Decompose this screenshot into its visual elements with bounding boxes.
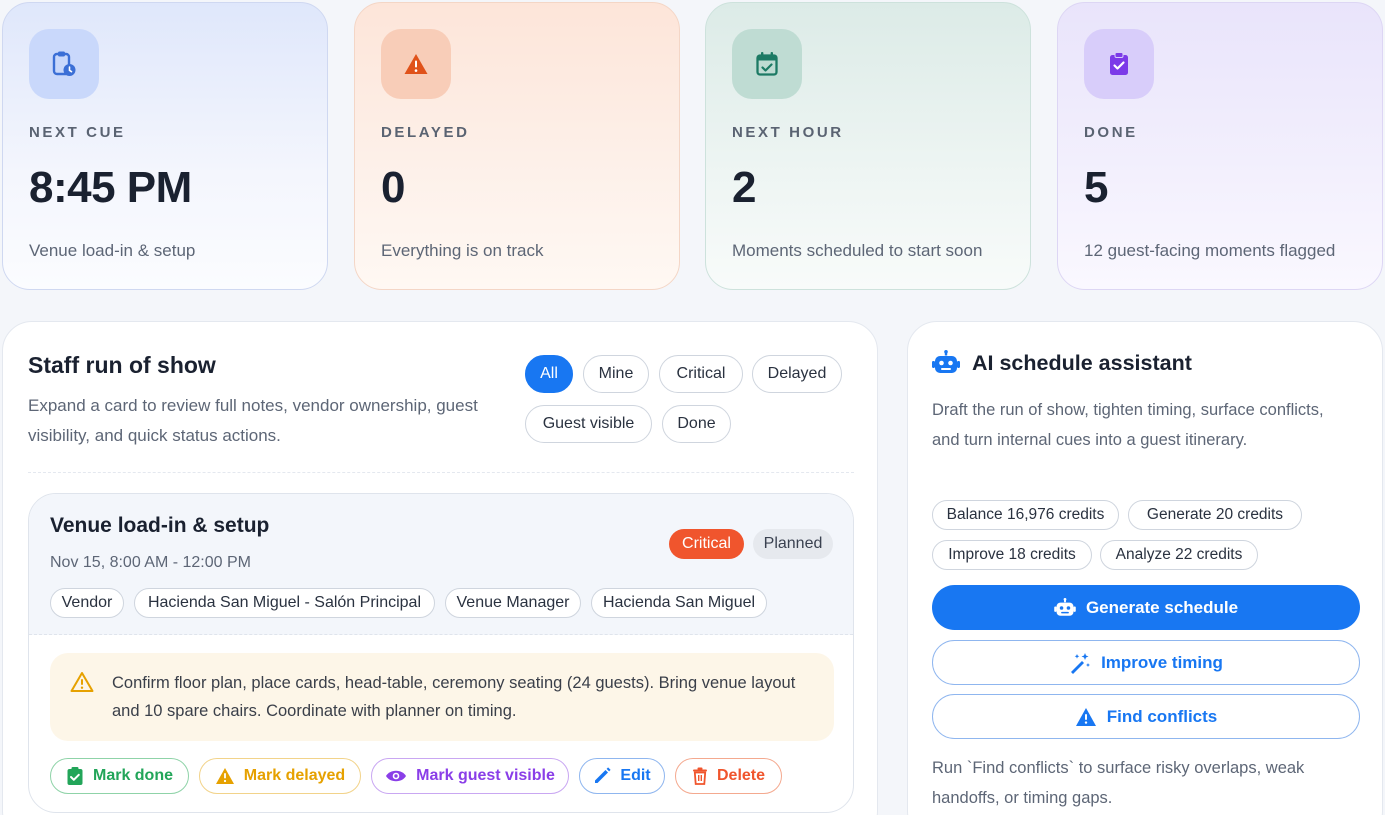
stat-card-next-hour: NEXT HOUR 2 Moments scheduled to start s…	[705, 2, 1031, 290]
tag-role: Vendor	[50, 588, 124, 618]
stat-value: 0	[381, 163, 405, 212]
credits-balance-chip: Balance 16,976 credits	[932, 500, 1119, 530]
clipboard-check-icon	[66, 766, 84, 786]
task-title: Venue load-in & setup	[50, 514, 270, 537]
filter-mine[interactable]: Mine	[583, 355, 649, 393]
stat-label: NEXT HOUR	[732, 124, 844, 141]
trash-icon	[692, 767, 708, 785]
delete-label: Delete	[716, 767, 766, 784]
mark-done-button[interactable]: Mark done	[50, 758, 189, 794]
mark-done-label: Mark done	[92, 767, 173, 784]
stat-subtext: Moments scheduled to start soon	[732, 241, 983, 260]
mark-delayed-label: Mark delayed	[243, 767, 346, 784]
stat-subtext: 12 guest-facing moments flagged	[1084, 241, 1336, 260]
delete-button[interactable]: Delete	[675, 758, 782, 794]
warning-outline-icon	[70, 671, 94, 693]
improve-cost-chip: Improve 18 credits	[932, 540, 1092, 570]
filter-critical[interactable]: Critical	[659, 355, 743, 393]
stat-subtext: Venue load-in & setup	[29, 241, 196, 260]
divider	[28, 472, 854, 473]
mark-delayed-button[interactable]: Mark delayed	[199, 758, 361, 794]
stat-value: 5	[1084, 163, 1108, 212]
stat-value: 8:45 PM	[29, 163, 192, 212]
stat-card-next-cue: NEXT CUE 8:45 PM Venue load-in & setup	[2, 2, 328, 290]
warning-icon	[1075, 707, 1097, 727]
stat-label: DELAYED	[381, 124, 470, 141]
clipboard-check-icon	[1084, 29, 1154, 99]
generate-cost-chip: Generate 20 credits	[1128, 500, 1302, 530]
tag-location: Hacienda San Miguel - Salón Principal	[134, 588, 435, 618]
priority-badge: Critical	[669, 529, 744, 559]
analyze-cost-chip: Analyze 22 credits	[1100, 540, 1258, 570]
status-badge: Planned	[753, 529, 833, 559]
panel-title: Staff run of show	[28, 352, 216, 378]
robot-icon	[1054, 597, 1076, 618]
filter-guest-visible[interactable]: Guest visible	[525, 405, 652, 443]
pencil-icon	[593, 767, 611, 785]
stat-card-delayed: DELAYED 0 Everything is on track	[354, 2, 680, 290]
panel-title: AI schedule assistant	[972, 351, 1192, 375]
filter-done[interactable]: Done	[662, 405, 731, 443]
run-of-show-panel: Staff run of show Expand a card to revie…	[2, 321, 878, 815]
eye-icon	[385, 769, 407, 783]
mark-guest-visible-button[interactable]: Mark guest visible	[371, 758, 569, 794]
robot-icon	[932, 350, 960, 376]
tag-owner: Venue Manager	[445, 588, 581, 618]
generate-schedule-label: Generate schedule	[1085, 597, 1239, 617]
warning-icon	[215, 767, 235, 785]
edit-button[interactable]: Edit	[579, 758, 665, 794]
task-note-text: Confirm floor plan, place cards, head-ta…	[112, 674, 796, 720]
stat-label: DONE	[1084, 124, 1138, 141]
tag-vendor: Hacienda San Miguel	[591, 588, 767, 618]
generate-schedule-button[interactable]: Generate schedule	[932, 585, 1360, 630]
magic-wand-icon	[1069, 652, 1091, 674]
clipboard-clock-icon	[29, 29, 99, 99]
calendar-check-icon	[732, 29, 802, 99]
stat-label: NEXT CUE	[29, 124, 126, 141]
filter-delayed[interactable]: Delayed	[752, 355, 842, 393]
edit-label: Edit	[620, 767, 651, 784]
improve-timing-label: Improve timing	[1101, 652, 1223, 672]
stat-subtext: Everything is on track	[381, 241, 544, 260]
find-conflicts-button[interactable]: Find conflicts	[932, 694, 1360, 739]
task-date: Nov 15, 8:00 AM - 12:00 PM	[50, 554, 251, 571]
find-conflicts-label: Find conflicts	[1106, 706, 1218, 726]
ai-assistant-panel: AI schedule assistant Draft the run of s…	[907, 321, 1383, 815]
task-card[interactable]: Venue load-in & setup Nov 15, 8:00 AM - …	[28, 493, 854, 813]
warning-icon	[381, 29, 451, 99]
mark-guest-visible-label: Mark guest visible	[416, 767, 555, 784]
panel-description: Draft the run of show, tighten timing, s…	[932, 401, 1324, 449]
improve-timing-button[interactable]: Improve timing	[932, 640, 1360, 685]
task-note: Confirm floor plan, place cards, head-ta…	[50, 653, 834, 741]
filter-all[interactable]: All	[525, 355, 573, 393]
panel-description: Expand a card to review full notes, vend…	[28, 396, 478, 445]
ai-hint-text: Run `Find conflicts` to surface risky ov…	[932, 759, 1305, 807]
stat-value: 2	[732, 163, 756, 212]
stat-card-done: DONE 5 12 guest-facing moments flagged	[1057, 2, 1383, 290]
